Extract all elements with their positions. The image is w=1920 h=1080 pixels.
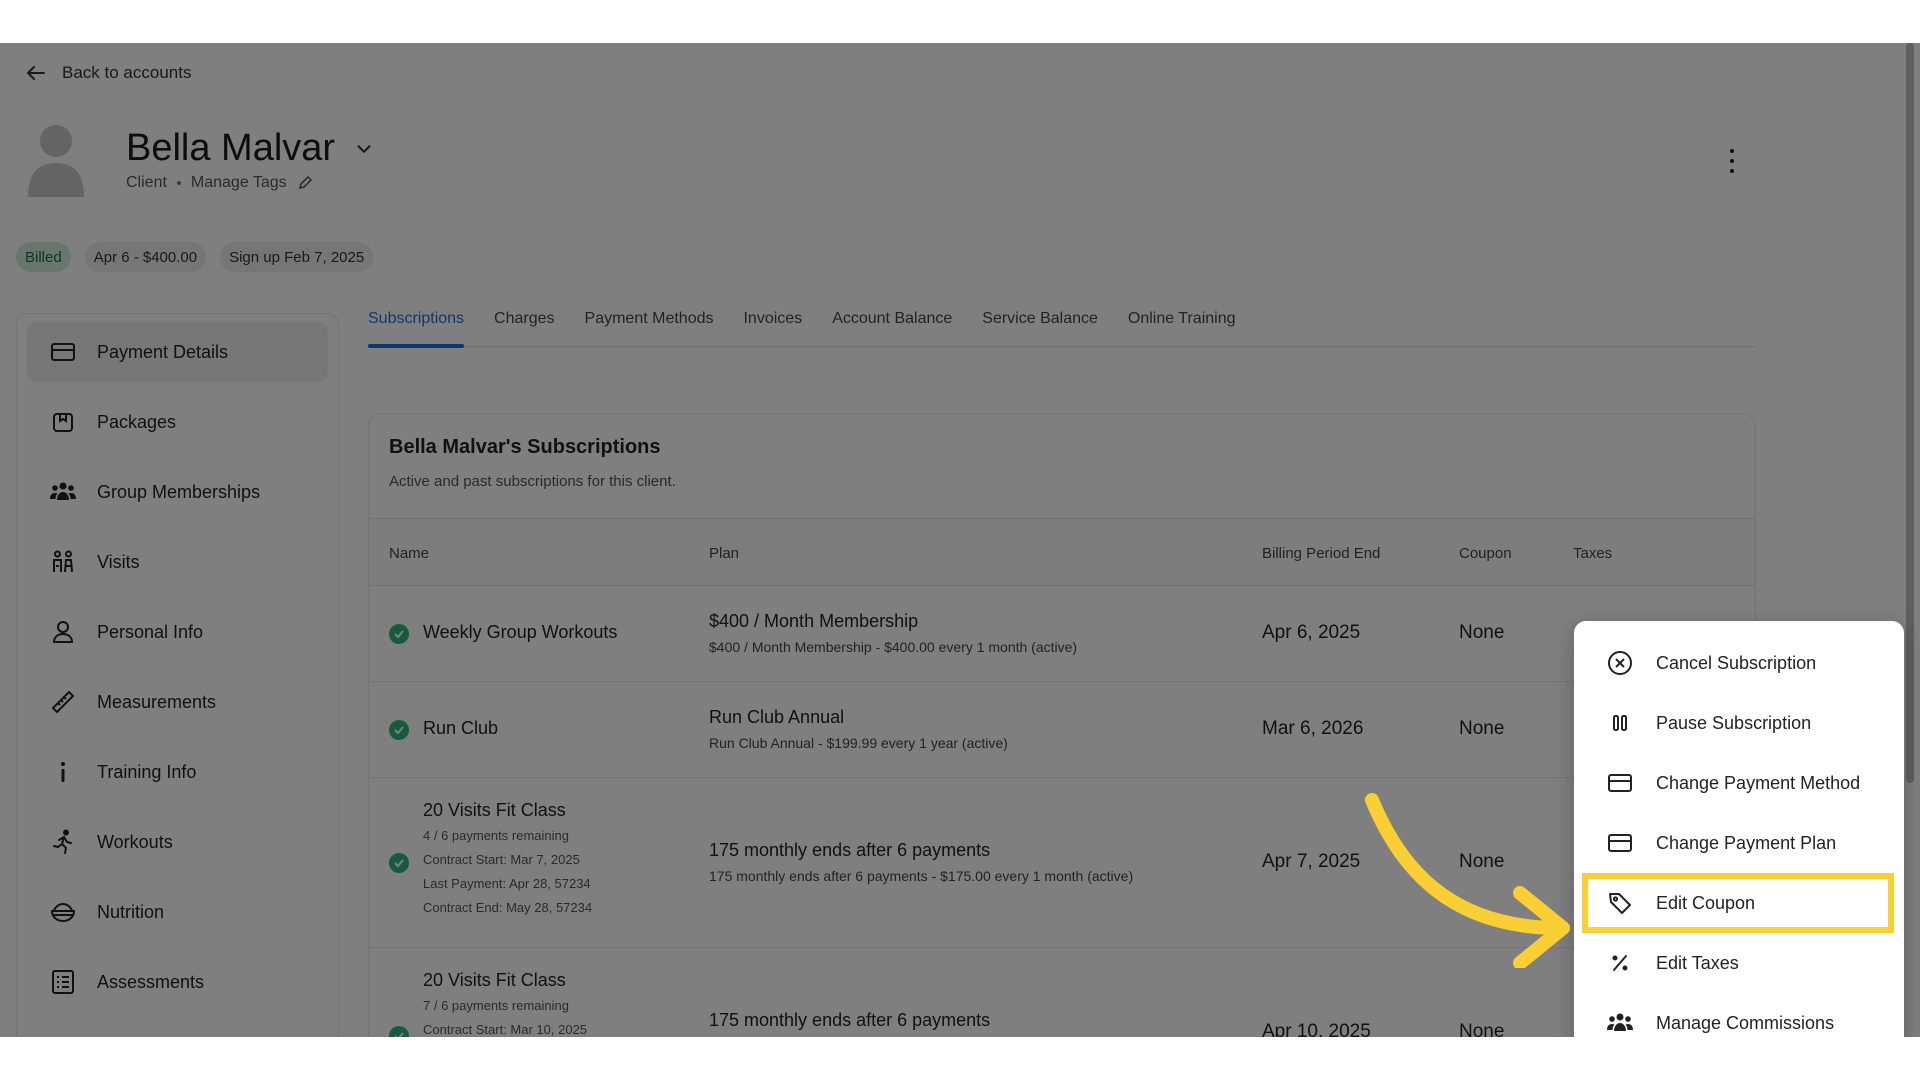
menu-item-label: Pause Subscription	[1656, 712, 1812, 733]
subscription-actions-menu: Cancel Subscription Pause Subscription C…	[1574, 621, 1904, 1037]
menu-item-label: Change Payment Method	[1656, 772, 1861, 793]
menu-item-change-payment-plan[interactable]: Change Payment Plan	[1574, 813, 1904, 873]
menu-item-change-payment-method[interactable]: Change Payment Method	[1574, 753, 1904, 813]
menu-item-label: Edit Taxes	[1656, 952, 1739, 973]
menu-item-cancel-subscription[interactable]: Cancel Subscription	[1574, 633, 1904, 693]
credit-card-icon	[1608, 774, 1632, 792]
pause-icon	[1613, 715, 1627, 731]
menu-item-label: Change Payment Plan	[1656, 832, 1837, 853]
app-screenshot: Back to accounts Bella Malvar Client Man…	[0, 43, 1920, 1037]
menu-item-label: Manage Commissions	[1656, 1012, 1835, 1033]
menu-item-manage-commissions[interactable]: Manage Commissions	[1574, 993, 1904, 1037]
group-icon	[1607, 1013, 1633, 1031]
menu-item-label: Edit Coupon	[1656, 892, 1756, 913]
credit-card-icon	[1608, 834, 1632, 852]
pointer-arrow-icon	[1365, 793, 1570, 968]
menu-item-edit-coupon[interactable]: Edit Coupon	[1574, 873, 1904, 933]
menu-item-edit-taxes[interactable]: Edit Taxes	[1574, 933, 1904, 993]
circle-x-icon	[1608, 651, 1632, 675]
percent-icon	[1612, 955, 1628, 971]
scrollbar[interactable]	[1906, 43, 1914, 783]
tag-icon	[1609, 893, 1631, 914]
menu-item-pause-subscription[interactable]: Pause Subscription	[1574, 693, 1904, 753]
menu-item-label: Cancel Subscription	[1656, 652, 1817, 673]
